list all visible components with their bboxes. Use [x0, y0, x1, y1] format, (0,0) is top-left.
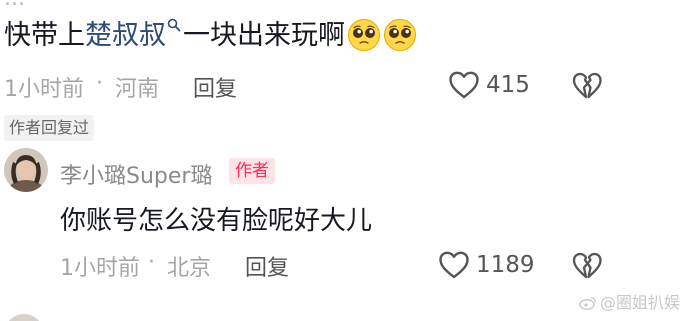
search-icon[interactable]: [167, 18, 181, 32]
reply-location: 北京: [167, 256, 212, 281]
like-count: 415: [486, 72, 530, 98]
like-button[interactable]: 1189: [438, 250, 548, 282]
mention-link[interactable]: 楚叔叔: [85, 20, 166, 51]
author-badge: 作者: [229, 158, 275, 184]
author-replied-tag: 作者回复过: [4, 115, 95, 141]
meta-separator: ·: [96, 71, 103, 96]
comment-suffix: 一块出来玩啊: [183, 20, 345, 51]
avatar-image: [4, 148, 48, 192]
reply-username[interactable]: 李小璐Super璐: [60, 158, 212, 190]
pleading-face-emoji-icon: [384, 19, 416, 51]
comment-time: 1小时前: [4, 77, 84, 102]
watermark-text: @圈姐扒娱: [599, 293, 680, 312]
reply-time: 1小时前: [60, 256, 140, 281]
heart-icon[interactable]: [448, 70, 480, 100]
dislike-broken-heart-icon[interactable]: [572, 251, 602, 281]
next-comment-avatar-edge: [4, 314, 44, 321]
weibo-logo-icon: [579, 297, 597, 310]
pleading-face-emoji-icon: [348, 19, 380, 51]
watermark: @圈姐扒娱: [579, 289, 680, 313]
reply-button[interactable]: 回复: [245, 250, 289, 282]
like-count: 1189: [476, 252, 535, 278]
dislike-broken-heart-icon[interactable]: [572, 71, 602, 101]
reply-comment-text: 你账号怎么没有脸呢好大儿: [60, 206, 373, 236]
meta-separator: ·: [148, 250, 155, 275]
comment-location: 河南: [115, 77, 160, 102]
comment-section: ... 快带上楚叔叔 一块出来玩啊 1小时前 · 河南: [0, 0, 690, 321]
reply-button[interactable]: 回复: [193, 71, 237, 103]
avatar[interactable]: [4, 148, 48, 192]
comment-prefix: 快带上: [4, 20, 85, 51]
comment-text: 快带上楚叔叔 一块出来玩啊: [4, 18, 417, 53]
previous-comment-cut-off: ...: [4, 0, 25, 11]
like-button[interactable]: 415: [448, 70, 548, 102]
heart-icon[interactable]: [438, 250, 470, 280]
